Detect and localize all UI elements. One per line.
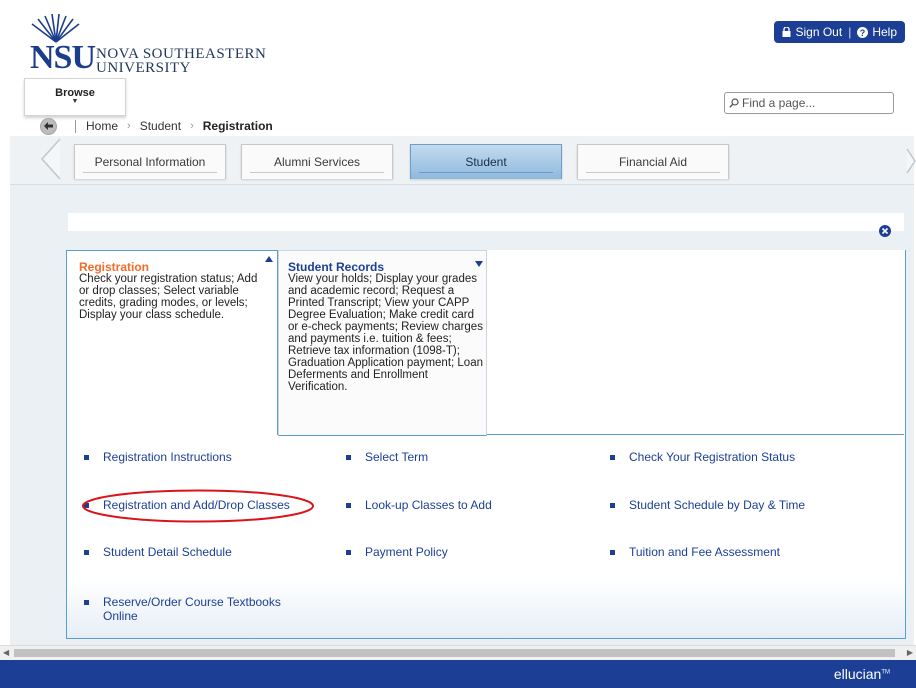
chevron-right-icon: ›: [190, 120, 194, 132]
scrollbar-thumb[interactable]: [14, 649, 895, 657]
lock-icon: [782, 27, 791, 37]
tab-scroll-right-icon[interactable]: [906, 148, 916, 174]
back-button[interactable]: [40, 117, 57, 135]
tab-alumni-services[interactable]: Alumni Services: [241, 144, 393, 179]
tab-label: Financial Aid: [618, 155, 688, 169]
tab-scroll-left-icon[interactable]: [40, 138, 62, 180]
link-schedule-by-day-time[interactable]: Student Schedule by Day & Time: [610, 498, 860, 512]
panel-header-strip: [68, 213, 904, 231]
close-icon[interactable]: [879, 225, 891, 237]
sign-out-label: Sign Out: [795, 25, 843, 39]
ellucian-logo: ellucianTM: [833, 666, 890, 682]
breadcrumb-home[interactable]: Home: [86, 119, 118, 133]
help-button[interactable]: ? Help: [857, 25, 897, 39]
browse-menu[interactable]: Browse ▼: [24, 78, 126, 116]
auth-separator: |: [848, 25, 852, 39]
tab-student[interactable]: Student: [410, 144, 562, 179]
footer: ellucianTM: [0, 660, 916, 688]
logo-mark: NSU: [30, 39, 96, 76]
svg-text:?: ?: [860, 27, 866, 37]
chevron-right-icon: ›: [127, 120, 131, 132]
bullet: [610, 455, 615, 460]
caret-down-icon: ▼: [71, 98, 79, 105]
link-student-detail-schedule[interactable]: Student Detail Schedule: [84, 545, 304, 559]
bullet: [346, 550, 351, 555]
menu-title-student-records: Student Records: [288, 260, 385, 274]
breadcrumb: Home › Student › Registration: [40, 117, 273, 135]
back-arrow-icon: [44, 122, 53, 130]
bullet: [84, 600, 89, 605]
horizontal-scrollbar[interactable]: ◀ ▶: [0, 645, 916, 660]
link-lookup-classes[interactable]: Look-up Classes to Add: [346, 498, 566, 512]
search-placeholder: Find a page...: [742, 96, 816, 110]
find-page-search[interactable]: Find a page...: [724, 92, 894, 114]
scroll-right-icon[interactable]: ▶: [907, 648, 913, 657]
scroll-left-icon[interactable]: ◀: [3, 648, 9, 657]
help-icon: ?: [857, 26, 869, 38]
auth-bar: Sign Out | ? Help: [774, 21, 905, 43]
sign-out-button[interactable]: Sign Out: [782, 25, 842, 39]
bullet: [84, 455, 89, 460]
breadcrumb-divider: [75, 119, 76, 133]
link-registration-instructions[interactable]: Registration Instructions: [84, 450, 304, 464]
breadcrumb-student[interactable]: Student: [140, 119, 181, 133]
bullet: [84, 550, 89, 555]
tab-label: Alumni Services: [273, 155, 361, 169]
tab-personal-information[interactable]: Personal Information: [74, 144, 226, 179]
menu-tab-student-records[interactable]: Student Records View your holds; Display…: [278, 250, 487, 436]
link-payment-policy[interactable]: Payment Policy: [346, 545, 566, 559]
collapse-up-icon[interactable]: [265, 256, 273, 262]
help-label: Help: [872, 25, 897, 39]
menu-desc-registration: Check your registration status; Add or d…: [79, 273, 258, 321]
link-check-registration-status[interactable]: Check Your Registration Status: [610, 450, 860, 464]
tab-financial-aid[interactable]: Financial Aid: [577, 144, 729, 179]
bullet: [346, 503, 351, 508]
tab-label: Personal Information: [94, 155, 206, 169]
logo-line2: UNIVERSITY: [96, 60, 191, 76]
link-tuition-fee-assessment[interactable]: Tuition and Fee Assessment: [610, 545, 860, 559]
search-icon: [729, 98, 739, 108]
link-reserve-textbooks[interactable]: Reserve/Order Course Textbooks Online: [84, 595, 284, 623]
tab-label: Student: [465, 155, 507, 169]
bullet: [610, 550, 615, 555]
menu-panel-divider: [486, 434, 904, 435]
menu-tab-registration[interactable]: Registration Check your registration sta…: [66, 250, 278, 435]
link-select-term[interactable]: Select Term: [346, 450, 566, 464]
bullet: [346, 455, 351, 460]
nsu-logo[interactable]: NSU NOVA SOUTHEASTERN UNIVERSITY: [22, 14, 292, 84]
menu-desc-student-records: View your holds; Display your grades and…: [288, 273, 483, 393]
bullet: [610, 503, 615, 508]
highlight-circle: [82, 489, 314, 523]
breadcrumb-current: Registration: [202, 119, 273, 133]
expand-down-icon[interactable]: [475, 261, 483, 267]
menu-title-registration: Registration: [79, 260, 150, 274]
